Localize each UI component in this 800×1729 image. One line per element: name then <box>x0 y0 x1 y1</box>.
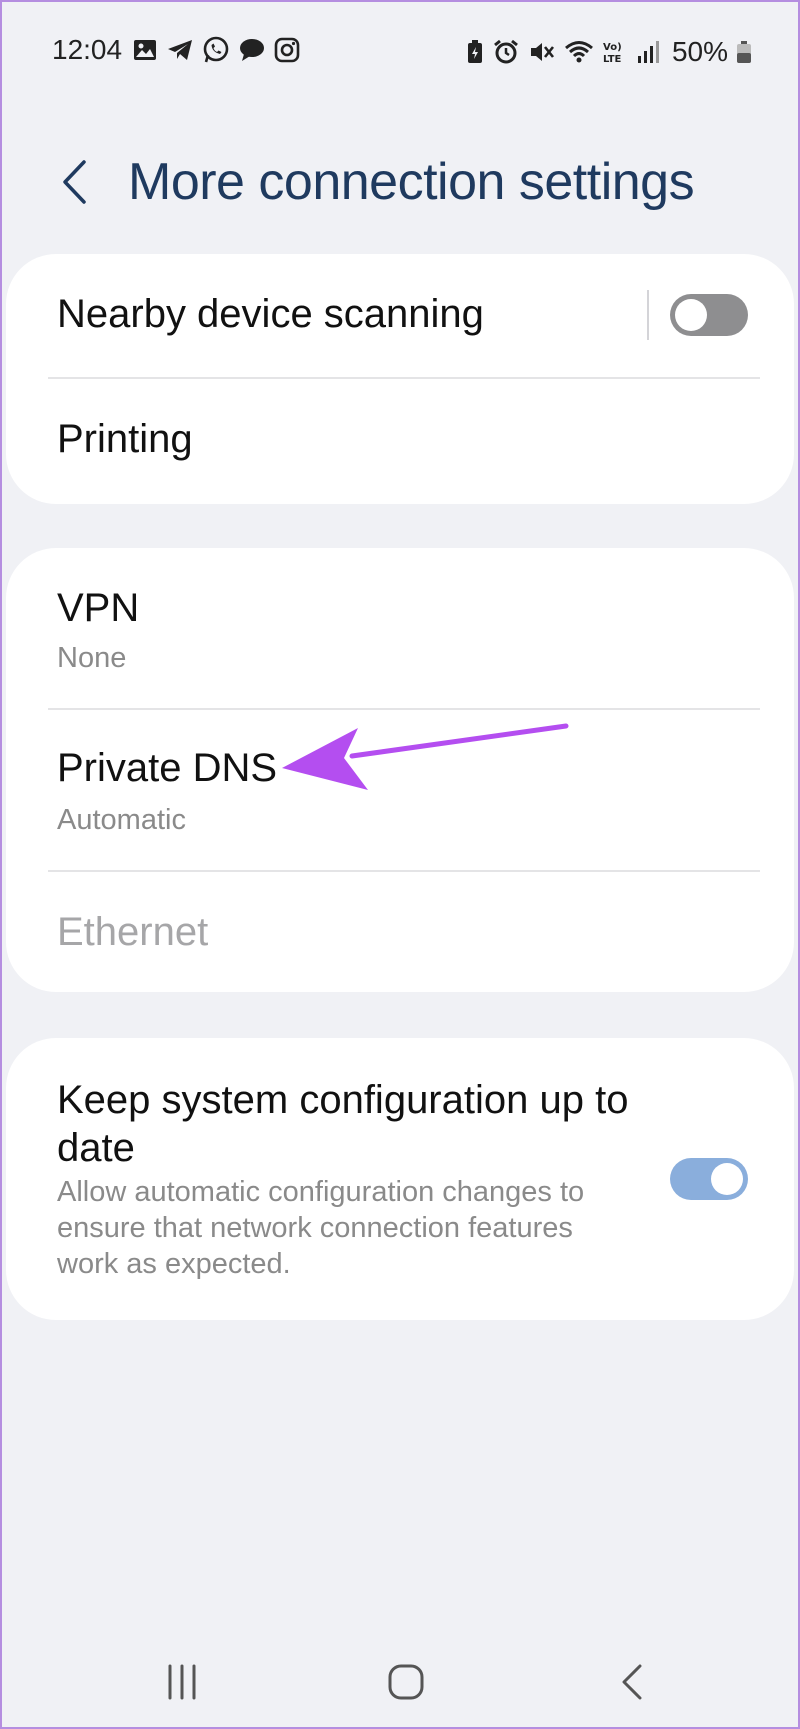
wifi-icon <box>564 39 594 65</box>
ethernet-label: Ethernet <box>57 910 209 954</box>
annotation-arrow-icon <box>282 723 569 790</box>
toggle-knob <box>675 299 707 331</box>
gallery-icon <box>132 37 158 63</box>
vpn-value: None <box>57 642 127 674</box>
signal-icon <box>636 39 660 65</box>
battery-icon <box>736 39 752 65</box>
vpn-label: VPN <box>57 586 140 630</box>
system-icons: Vo) LTE 50% <box>466 36 752 68</box>
ethernet-row: Ethernet <box>6 872 794 992</box>
keep-config-description: Allow automatic configuration changes to… <box>57 1176 585 1280</box>
whatsapp-icon <box>202 36 230 64</box>
keep-config-toggle[interactable] <box>670 1158 748 1200</box>
printing-row[interactable]: Printing <box>6 379 794 504</box>
battery-saver-icon <box>466 39 484 65</box>
nearby-device-scanning-label: Nearby device scanning <box>57 292 484 336</box>
row-separator <box>647 290 649 340</box>
status-time: 12:04 <box>52 34 123 65</box>
back-button[interactable] <box>50 154 98 210</box>
nearby-device-scanning-toggle[interactable] <box>670 294 748 336</box>
home-button[interactable] <box>376 1652 436 1712</box>
nearby-device-scanning-row[interactable]: Nearby device scanning <box>6 254 794 379</box>
settings-card-updates: Keep system configuration up to date All… <box>6 1038 794 1320</box>
nav-back-button[interactable] <box>602 1652 662 1712</box>
keep-config-row[interactable]: Keep system configuration up to date All… <box>6 1038 794 1320</box>
keep-config-label: Keep system configuration up to date <box>57 1078 629 1170</box>
private-dns-label: Private DNS <box>57 746 278 790</box>
printing-label: Printing <box>57 417 193 461</box>
messages-icon <box>238 37 266 63</box>
battery-percent: 50% <box>671 36 728 67</box>
notification-icons <box>132 36 300 64</box>
private-dns-value: Automatic <box>57 804 186 836</box>
back-icon <box>622 1664 642 1700</box>
recents-button[interactable] <box>152 1652 212 1712</box>
recents-icon <box>168 1664 196 1700</box>
volte-icon: Vo) LTE <box>602 39 628 65</box>
status-bar: 12:04 Vo) LTE 50% <box>2 2 798 102</box>
mute-icon <box>528 39 556 65</box>
svg-text:LTE: LTE <box>603 54 622 65</box>
telegram-icon <box>166 37 194 63</box>
alarm-icon <box>492 38 520 66</box>
settings-card-general: Nearby device scanning Printing <box>6 254 794 504</box>
navigation-bar <box>2 1632 798 1722</box>
page-header: More connection settings <box>2 142 798 222</box>
svg-text:Vo): Vo) <box>603 42 622 53</box>
toggle-knob <box>711 1163 743 1195</box>
vpn-row[interactable]: VPN None <box>6 548 794 708</box>
chevron-left-icon <box>63 160 86 204</box>
instagram-icon <box>274 37 300 63</box>
page-title: More connection settings <box>128 153 695 211</box>
home-icon <box>388 1664 424 1700</box>
